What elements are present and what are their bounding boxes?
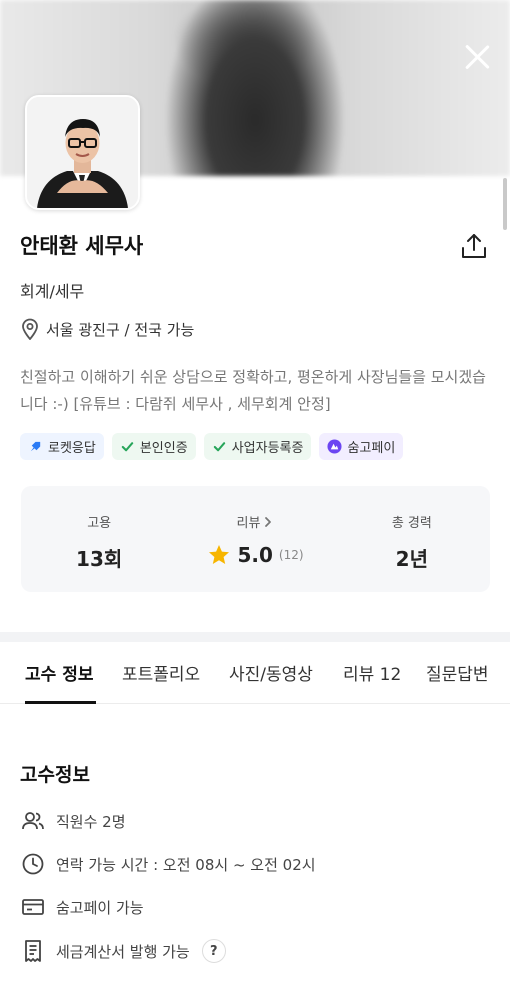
soomgo-pay-icon [327, 439, 342, 454]
info-employees: 직원수 2명 [20, 808, 126, 834]
stat-hire: 고용 13회 [21, 486, 177, 592]
avatar [25, 95, 140, 210]
badge-label: 숨고페이 [347, 441, 396, 456]
expert-category: 회계/세무 [20, 282, 85, 301]
location-row: 서울 광진구 / 전국 가능 [20, 318, 194, 340]
employees-text: 직원수 2명 [56, 812, 126, 831]
badge-soomgo-pay: 숨고페이 [319, 433, 404, 460]
check-icon [121, 442, 134, 452]
contact-hours-text: 연락 가능 시간 : 오전 08시 ~ 오전 02시 [56, 855, 316, 874]
star-icon [209, 545, 230, 564]
card-icon [22, 899, 44, 915]
stat-hire-value: 13회 [76, 547, 123, 571]
tab-bar: 고수 정보 포트폴리오 사진/동영상 리뷰 12 질문답변 [0, 642, 510, 704]
badge-label: 로켓응답 [48, 441, 96, 456]
tab-portfolio[interactable]: 포트폴리오 [122, 660, 200, 685]
tab-qna[interactable]: 질문답변 [426, 660, 489, 685]
badge-rocket-response: 로켓응답 [20, 433, 104, 460]
location-text: 서울 광진구 / 전국 가능 [46, 320, 195, 339]
payment-text: 숨고페이 가능 [56, 898, 144, 917]
info-contact-hours: 연락 가능 시간 : 오전 08시 ~ 오전 02시 [20, 851, 316, 877]
review-score: 5.0 [237, 543, 273, 567]
chevron-right-icon [265, 516, 272, 527]
clock-icon [22, 853, 44, 875]
tax-invoice-text: 세금계산서 발행 가능 [56, 942, 190, 961]
section-title: 고수정보 [20, 764, 90, 786]
badge-label: 본인인증 [139, 441, 188, 456]
close-icon[interactable] [460, 40, 494, 74]
stat-review-link[interactable]: 리뷰 [237, 512, 275, 531]
receipt-icon [25, 940, 41, 962]
help-icon[interactable]: ? [201, 939, 226, 963]
expert-name: 안태환 세무사 [20, 234, 144, 258]
share-icon[interactable] [460, 232, 488, 260]
badge-identity-verified: 본인인증 [111, 433, 196, 460]
stats-card: 고용 13회 리뷰 5.0 (12) 총 경력 2년 [21, 486, 490, 592]
tab-reviews[interactable]: 리뷰 12 [343, 660, 401, 685]
badge-business-registration: 사업자등록증 [203, 433, 312, 460]
intro-text: 친절하고 이해하기 쉬운 상담으로 정확하고, 평온하게 사장님들을 모시겠습니… [20, 368, 486, 413]
info-payment: 숨고페이 가능 [20, 894, 144, 920]
badge-label: 사업자등록증 [231, 441, 304, 456]
info-tax-invoice: 세금계산서 발행 가능 ? [20, 938, 226, 964]
review-count: (12) [278, 548, 304, 562]
tab-expert-info[interactable]: 고수 정보 [25, 660, 93, 685]
check-icon [213, 442, 225, 452]
stat-career-value: 2년 [395, 547, 428, 571]
scrollbar[interactable] [503, 178, 507, 230]
location-pin-icon [22, 318, 38, 340]
stat-review-label: 리뷰 [236, 516, 261, 531]
tab-photos-videos[interactable]: 사진/동영상 [229, 660, 313, 685]
section-divider [0, 632, 510, 642]
active-tab-indicator [25, 701, 96, 704]
badge-list: 로켓응답 본인인증 사업자등록증 숨고페이 [20, 433, 404, 460]
stat-hire-label: 고용 [87, 516, 112, 531]
stat-career: 총 경력 2년 [334, 486, 490, 592]
people-icon [22, 812, 44, 830]
rocket-icon [30, 441, 41, 452]
stat-review-value: 5.0 (12) [207, 543, 304, 567]
stat-review[interactable]: 리뷰 5.0 (12) [177, 486, 333, 592]
stat-career-label: 총 경력 [391, 516, 432, 531]
